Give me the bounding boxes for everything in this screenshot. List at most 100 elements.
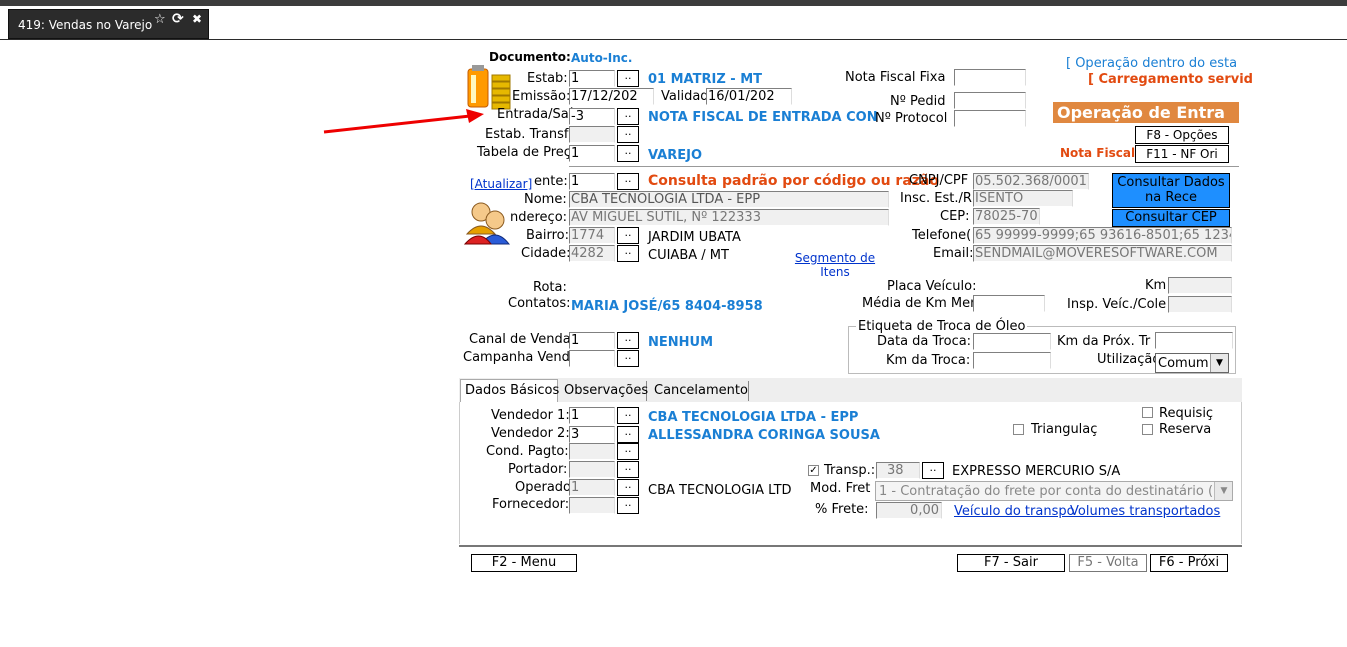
insp-input[interactable] — [1168, 296, 1232, 313]
cidade-lookup-button[interactable]: .. — [617, 245, 639, 262]
cond-pagto-input[interactable] — [569, 443, 615, 460]
nr-protocol-input[interactable] — [954, 110, 1026, 127]
estab-transf-lookup-button[interactable]: .. — [617, 126, 639, 143]
operado-input[interactable]: 1 — [569, 479, 615, 496]
volumes-link[interactable]: Volumes transportados — [1070, 504, 1220, 519]
atualizar-link[interactable]: [Atualizar] — [470, 177, 532, 191]
segmento-link[interactable]: Segmento de Itens — [793, 251, 877, 277]
fornecedor-lookup-button[interactable]: .. — [617, 497, 639, 514]
cliente-label: ente: — [534, 174, 568, 189]
email-label: Email: — [933, 246, 974, 261]
nota-fiscal-fixa-input[interactable] — [954, 69, 1026, 86]
tab-dados-basicos[interactable]: Dados Básicos — [460, 379, 559, 402]
tabela-desc: VAREJO — [648, 148, 703, 163]
chevron-down-icon[interactable]: ▼ — [1210, 354, 1228, 372]
fornecedor-input[interactable] — [569, 497, 615, 514]
nota-fiscal-fixa-label: Nota Fiscal Fixa — [845, 70, 946, 85]
transp-input[interactable]: 38 — [876, 462, 920, 479]
cliente-lookup-button[interactable]: .. — [617, 173, 639, 190]
close-icon[interactable]: ✖ — [192, 12, 202, 26]
bairro-lookup-button[interactable]: .. — [617, 227, 639, 244]
data-troca-input[interactable] — [973, 333, 1051, 350]
estab-lookup-button[interactable]: .. — [617, 70, 639, 87]
mod-frete-select[interactable]: 1 - Contratação do frete por conta do de… — [875, 481, 1233, 501]
top-bar — [0, 0, 1347, 6]
vendedor2-lookup-button[interactable]: .. — [617, 426, 639, 443]
frete-label: % Frete: — [815, 502, 869, 517]
operado-lookup-button[interactable]: .. — [617, 479, 639, 496]
media-input[interactable] — [973, 295, 1045, 312]
cidade-code-input[interactable]: 4282 — [569, 245, 615, 262]
entrada-lookup-button[interactable]: .. — [617, 108, 639, 125]
reserva-checkbox[interactable] — [1142, 424, 1153, 435]
bairro-code-input[interactable]: 1774 — [569, 227, 615, 244]
veiculo-link[interactable]: Veículo do transpo — [954, 504, 1075, 519]
emissao-input[interactable]: 17/12/202 — [569, 88, 654, 105]
cep-label: CEP: — [940, 209, 970, 224]
cnpj-input[interactable]: 05.502.368/0001 — [973, 173, 1089, 190]
insc-input[interactable]: ISENTO — [973, 190, 1073, 207]
frete-input[interactable]: 0,00 — [876, 502, 942, 519]
operacao-dentro-text: [ Operação dentro do esta — [1066, 56, 1238, 71]
media-label: Média de Km Men — [862, 296, 979, 311]
portador-input[interactable] — [569, 461, 615, 478]
tab-cancelamento[interactable]: Cancelamento — [651, 381, 749, 401]
portador-label: Portador: — [508, 462, 568, 477]
operado-label: Operado — [515, 480, 571, 495]
vendedor2-input[interactable]: 3 — [569, 426, 615, 443]
telefone-input[interactable]: 65 99999-9999;65 93616-8501;65 1234 — [973, 227, 1232, 244]
requisic-checkbox[interactable] — [1142, 407, 1153, 418]
portador-lookup-button[interactable]: .. — [617, 461, 639, 478]
carregamento-text: [ Carregamento servid — [1088, 72, 1253, 87]
insp-label: Insp. Veíc./Cole — [1067, 297, 1167, 312]
nr-pedid-input[interactable] — [954, 92, 1026, 109]
estab-transf-label: Estab. Transf — [485, 127, 569, 142]
endereco-input[interactable]: AV MIGUEL SUTIL, Nº 122333 — [569, 209, 889, 226]
vendedor1-lookup-button[interactable]: .. — [617, 407, 639, 424]
entrada-desc: NOTA FISCAL DE ENTRADA CON — [648, 110, 878, 125]
cond-pagto-lookup-button[interactable]: .. — [617, 443, 639, 460]
estab-label: Estab: — [527, 71, 568, 86]
chevron-down-icon[interactable]: ▼ — [1214, 482, 1232, 500]
triangulac-checkbox[interactable] — [1013, 424, 1024, 435]
km-input[interactable] — [1168, 277, 1232, 294]
users-icon — [463, 202, 511, 245]
campanha-lookup-button[interactable]: .. — [617, 350, 639, 367]
etiqueta-title: Etiqueta de Troca de Óleo — [856, 319, 1028, 334]
consultar-cep-button[interactable]: Consultar CEP — [1112, 209, 1230, 227]
entrada-input[interactable]: -3 — [569, 108, 615, 125]
consultar-receita-button[interactable]: Consultar Dados na Rece — [1112, 173, 1230, 208]
vendedor1-label: Vendedor 1: — [491, 408, 570, 423]
refresh-icon[interactable]: ⟳ — [172, 11, 184, 27]
endereco-label: ndereço: — [510, 210, 568, 225]
f2-menu-button[interactable]: F2 - Menu — [471, 554, 577, 572]
f7-sair-button[interactable]: F7 - Sair — [957, 554, 1065, 572]
nome-input[interactable]: CBA TECNOLOGIA LTDA - EPP — [569, 191, 889, 208]
canal-input[interactable]: 1 — [569, 332, 615, 349]
cep-input[interactable]: 78025-70 — [973, 208, 1040, 225]
estab-input[interactable]: 1 — [569, 70, 615, 87]
km-troca-input[interactable] — [973, 352, 1051, 369]
validad-input[interactable]: 16/01/202 — [706, 88, 792, 105]
star-icon[interactable]: ☆ — [154, 12, 166, 27]
vendedor1-input[interactable]: 1 — [569, 407, 615, 424]
transp-lookup-button[interactable]: .. — [922, 462, 944, 479]
email-input[interactable]: SENDMAIL@MOVERESOFTWARE.COM — [973, 245, 1232, 262]
cnpj-label: CNPJ/CPF — [909, 173, 969, 188]
canal-lookup-button[interactable]: .. — [617, 332, 639, 349]
tabela-input[interactable]: 1 — [569, 145, 615, 162]
campanha-input[interactable] — [569, 350, 615, 367]
km-prox-input[interactable] — [1155, 332, 1233, 349]
cliente-input[interactable]: 1 — [569, 173, 615, 190]
utilizacao-select[interactable]: Comum ▼ — [1155, 353, 1229, 373]
tab-observacoes[interactable]: Observações — [561, 381, 648, 401]
window-tab[interactable]: 419: Vendas no Varejo ☆ ⟳ ✖ — [8, 9, 209, 39]
f5-volta-button[interactable]: F5 - Volta — [1069, 554, 1147, 572]
tabela-lookup-button[interactable]: .. — [617, 145, 639, 162]
f8-opcoes-button[interactable]: F8 - Opções — [1135, 126, 1229, 144]
estab-transf-input[interactable] — [569, 126, 615, 143]
reserva-label: Reserva — [1159, 422, 1212, 437]
f11-nf-button[interactable]: F11 - NF Ori — [1135, 145, 1229, 163]
transp-checkbox[interactable]: ✓ — [808, 465, 819, 476]
f6-proxi-button[interactable]: F6 - Próxi — [1150, 554, 1228, 572]
